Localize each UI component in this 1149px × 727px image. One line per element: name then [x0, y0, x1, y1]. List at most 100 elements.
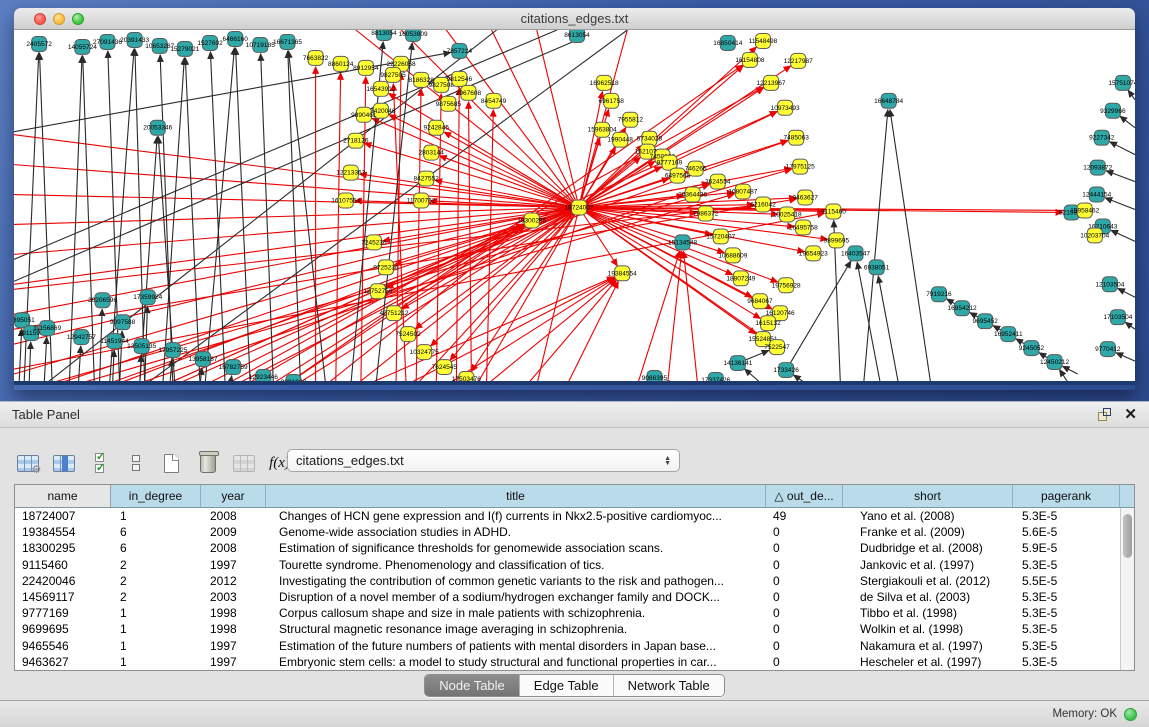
network-svg[interactable]: 2405572140557242709143620391433106532871… — [14, 30, 1135, 385]
network-edge[interactable] — [44, 337, 47, 385]
network-node[interactable]: 9770412 — [1095, 342, 1121, 357]
memory-ok-indicator[interactable] — [1124, 708, 1137, 721]
network-node[interactable]: 17975125 — [786, 159, 815, 174]
close-panel-icon[interactable]: ✕ — [1124, 408, 1137, 421]
table-row[interactable]: 1938455462009Genome-wide association stu… — [15, 524, 1134, 540]
scrollbar-thumb[interactable] — [1123, 514, 1132, 558]
network-node[interactable]: 19756928 — [772, 278, 801, 293]
network-node[interactable]: 1527602 — [197, 35, 223, 50]
column-header-short[interactable]: short — [843, 485, 1013, 507]
network-node[interactable]: 8813054 — [371, 30, 397, 40]
network-node[interactable]: 16107554 — [331, 193, 360, 208]
network-node[interactable]: 16053809 — [399, 30, 428, 41]
network-edge[interactable] — [440, 156, 579, 208]
network-node[interactable]: 7857224 — [447, 43, 473, 58]
column-header-year[interactable]: year — [201, 485, 266, 507]
zoom-window-button[interactable] — [72, 13, 84, 25]
network-edge[interactable] — [794, 375, 809, 385]
network-node[interactable]: 6938051 — [864, 260, 890, 275]
network-edge[interactable] — [99, 309, 102, 385]
close-window-button[interactable] — [34, 13, 46, 25]
network-edge[interactable] — [78, 346, 80, 385]
network-edge[interactable] — [878, 276, 898, 385]
network-node[interactable]: 6466160 — [222, 31, 248, 46]
network-node[interactable]: 7624545 — [432, 360, 458, 375]
network-node[interactable]: 17103504 — [1103, 310, 1132, 325]
tab-network-table[interactable]: Network Table — [614, 675, 724, 696]
network-node[interactable]: 16403547 — [841, 246, 870, 261]
network-node[interactable]: 9115460 — [821, 204, 846, 219]
network-node[interactable]: 16850414 — [713, 35, 742, 50]
column-header-out_de[interactable]: △ out_de... — [766, 485, 843, 507]
network-edge[interactable] — [140, 355, 142, 385]
float-panel-icon[interactable] — [1098, 408, 1112, 421]
network-node[interactable]: 2405572 — [26, 36, 52, 51]
network-node[interactable]: 8912954 — [353, 60, 379, 75]
network-edge[interactable] — [1110, 142, 1135, 155]
network-node[interactable]: 17337426 — [701, 373, 730, 385]
network-node[interactable]: 18807249 — [726, 271, 755, 286]
network-node[interactable]: 15134548 — [668, 235, 697, 250]
table-selector-dropdown[interactable]: citations_edges.txt ▲▼ — [287, 449, 680, 472]
network-node[interactable]: 11548498 — [749, 33, 778, 48]
network-edge[interactable] — [1063, 366, 1078, 374]
network-view-canvas[interactable]: 2405572140557242709143620391433106532871… — [14, 30, 1135, 385]
network-node[interactable]: 7663822 — [303, 50, 329, 65]
select-columns-checklist-icon[interactable] — [86, 449, 113, 477]
network-node[interactable]: 8860124 — [328, 56, 354, 71]
column-header-pagerank[interactable]: pagerank — [1013, 485, 1120, 507]
table-row[interactable]: 2242004622012Investigating the contribut… — [15, 573, 1134, 589]
table-row[interactable]: 977716911998Corpus callosum shape and si… — [15, 605, 1134, 621]
network-edge[interactable] — [663, 381, 673, 385]
network-node[interactable]: 12444154 — [1082, 187, 1111, 202]
table-settings-icon[interactable]: ⚙ — [14, 449, 41, 477]
network-edge[interactable] — [857, 262, 880, 385]
table-row[interactable]: 1872400712008Changes of HCN gene express… — [15, 508, 1134, 524]
table-row[interactable]: 1456911722003Disruption of a novel membe… — [15, 589, 1134, 605]
network-node[interactable]: 11451944 — [100, 334, 129, 349]
network-node[interactable]: 12217987 — [784, 53, 813, 68]
network-edge[interactable] — [236, 48, 251, 385]
network-node[interactable]: 16954212 — [948, 301, 977, 316]
table-row[interactable]: 946554611997Estimation of the future num… — [15, 638, 1134, 654]
network-edge[interactable] — [261, 54, 274, 385]
network-node[interactable]: 10324775 — [410, 345, 439, 360]
network-edge[interactable] — [864, 110, 888, 385]
network-node[interactable]: 10688609 — [718, 248, 747, 263]
network-edge[interactable] — [200, 368, 202, 385]
network-edge[interactable] — [1125, 322, 1135, 329]
network-node[interactable]: 9899695 — [824, 233, 850, 248]
show-columns-icon[interactable] — [50, 449, 77, 477]
tab-edge-table[interactable]: Edge Table — [520, 675, 614, 696]
minimize-window-button[interactable] — [53, 13, 65, 25]
network-edge[interactable] — [537, 30, 579, 208]
column-header-in_degree[interactable]: in_degree — [111, 485, 201, 507]
network-edge[interactable] — [637, 251, 680, 385]
network-node[interactable]: 17359924 — [133, 290, 162, 305]
column-header-title[interactable]: title — [266, 485, 766, 507]
network-node[interactable]: 20053346 — [143, 120, 172, 135]
network-edge[interactable] — [270, 225, 524, 385]
network-edge[interactable] — [1128, 90, 1135, 100]
row-options-icon[interactable] — [122, 449, 149, 477]
table-row[interactable]: 911546021997Tourette syndrome. Phenomeno… — [15, 557, 1134, 573]
network-edge[interactable] — [567, 281, 618, 385]
network-edge[interactable] — [436, 94, 441, 385]
network-node[interactable]: 15751074 — [1108, 75, 1135, 90]
network-edge[interactable] — [230, 376, 232, 385]
network-node[interactable]: 9329966 — [1100, 103, 1126, 118]
network-edge[interactable] — [1111, 230, 1135, 241]
network-edge[interactable] — [1120, 116, 1135, 127]
network-edge[interactable] — [1116, 353, 1135, 361]
network-edge[interactable] — [336, 73, 341, 385]
network-edge[interactable] — [14, 208, 579, 255]
network-node[interactable]: 16543912 — [366, 81, 395, 96]
table-vertical-scrollbar[interactable] — [1120, 508, 1134, 670]
network-node[interactable]: 9086395 — [642, 371, 668, 385]
network-edge[interactable] — [1105, 198, 1135, 210]
network-node[interactable]: 9463627 — [793, 190, 819, 205]
network-node[interactable]: 16648784 — [874, 93, 903, 108]
network-node[interactable]: 16782759 — [219, 360, 248, 375]
network-edge[interactable] — [19, 329, 22, 385]
network-node[interactable]: 1733426 — [773, 363, 799, 378]
